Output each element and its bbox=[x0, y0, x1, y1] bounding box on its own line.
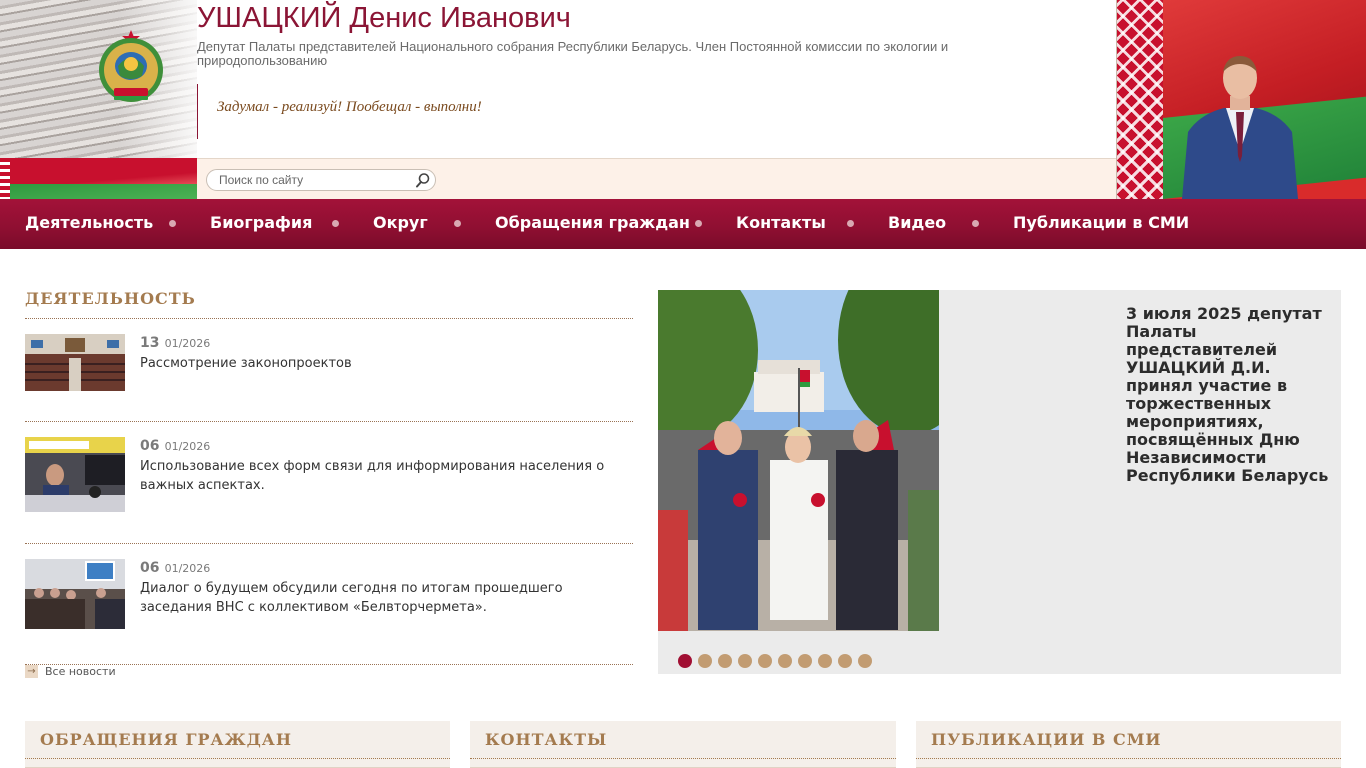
news-month: 01/2026 bbox=[164, 562, 211, 575]
slogan-divider bbox=[197, 84, 198, 139]
divider bbox=[25, 543, 633, 544]
news-link[interactable]: Диалог о будущем обсудили сегодня по ито… bbox=[140, 579, 632, 617]
divider bbox=[25, 664, 633, 665]
news-thumbnail[interactable] bbox=[25, 334, 125, 391]
nav-item-biography[interactable]: Биография bbox=[210, 213, 312, 232]
divider bbox=[25, 421, 633, 422]
publications-box: ПУБЛИКАЦИИ В СМИ bbox=[916, 721, 1341, 768]
main-nav: Деятельность Биография Округ Обращения г… bbox=[0, 199, 1366, 249]
news-date: 13 01/2026 bbox=[140, 332, 210, 351]
slide-photo[interactable] bbox=[658, 290, 939, 631]
news-month: 01/2026 bbox=[164, 337, 211, 350]
slogan: Задумал - реализуй! Пообещал - выполни! bbox=[217, 99, 482, 115]
state-emblem-icon[interactable] bbox=[96, 28, 166, 104]
nav-separator bbox=[454, 220, 461, 227]
news-thumbnail[interactable] bbox=[25, 437, 125, 512]
slide-caption[interactable]: 3 июля 2025 депутат Палаты представителе… bbox=[1126, 305, 1331, 485]
nav-separator bbox=[972, 220, 979, 227]
news-date: 06 01/2026 bbox=[140, 557, 210, 576]
search-icon[interactable] bbox=[415, 172, 431, 188]
slider-dot[interactable] bbox=[818, 654, 832, 668]
news-section-title[interactable]: ДЕЯТЕЛЬНОСТЬ bbox=[25, 289, 196, 308]
nav-item-district[interactable]: Округ bbox=[373, 213, 428, 232]
appeals-box: ОБРАЩЕНИЯ ГРАЖДАН bbox=[25, 721, 450, 768]
news-month: 01/2026 bbox=[164, 440, 211, 453]
publications-title[interactable]: ПУБЛИКАЦИИ В СМИ bbox=[931, 730, 1162, 749]
contacts-box: КОНТАКТЫ bbox=[470, 721, 896, 768]
nav-item-activity[interactable]: Деятельность bbox=[25, 213, 153, 232]
news-thumbnail[interactable] bbox=[25, 559, 125, 629]
appeals-title[interactable]: ОБРАЩЕНИЯ ГРАЖДАН bbox=[40, 730, 292, 749]
slider-dot[interactable] bbox=[798, 654, 812, 668]
news-day: 06 bbox=[140, 560, 160, 576]
slider-dot[interactable] bbox=[738, 654, 752, 668]
slider-dot[interactable] bbox=[698, 654, 712, 668]
nav-item-video[interactable]: Видео bbox=[888, 213, 946, 232]
search-bar bbox=[197, 158, 1116, 199]
slider-dot[interactable] bbox=[778, 654, 792, 668]
nav-item-publications[interactable]: Публикации в СМИ bbox=[1013, 213, 1189, 232]
site-header: УШАЦКИЙ Денис Иванович Депутат Палаты пр… bbox=[0, 0, 1366, 199]
nav-item-appeals[interactable]: Обращения граждан bbox=[495, 213, 690, 232]
divider bbox=[916, 758, 1341, 759]
news-slider: 3 июля 2025 депутат Палаты представителе… bbox=[658, 290, 1341, 674]
news-link[interactable]: Рассмотрение законопроектов bbox=[140, 354, 632, 373]
slider-dot[interactable] bbox=[838, 654, 852, 668]
deputy-portrait-figure bbox=[1182, 56, 1298, 199]
deputy-name[interactable]: УШАЦКИЙ Денис Иванович bbox=[197, 2, 571, 35]
nav-item-contacts[interactable]: Контакты bbox=[736, 213, 826, 232]
all-news-label[interactable]: Все новости bbox=[45, 665, 116, 678]
news-day: 06 bbox=[140, 438, 160, 454]
news-date: 06 01/2026 bbox=[140, 435, 210, 454]
slider-dot[interactable] bbox=[718, 654, 732, 668]
arrow-right-icon: → bbox=[25, 665, 38, 678]
nav-separator bbox=[695, 220, 702, 227]
divider bbox=[470, 758, 896, 759]
nav-separator bbox=[169, 220, 176, 227]
nav-separator bbox=[332, 220, 339, 227]
divider bbox=[25, 758, 450, 759]
search-box bbox=[206, 169, 436, 191]
deputy-subtitle: Депутат Палаты представителей Национальн… bbox=[197, 39, 949, 68]
search-input[interactable] bbox=[219, 172, 409, 188]
nav-separator bbox=[847, 220, 854, 227]
news-link[interactable]: Использование всех форм связи для информ… bbox=[140, 457, 632, 495]
slider-dot[interactable] bbox=[858, 654, 872, 668]
divider bbox=[25, 318, 633, 319]
news-day: 13 bbox=[140, 335, 160, 351]
slider-dot[interactable] bbox=[758, 654, 772, 668]
flag-strip bbox=[0, 158, 210, 199]
slider-dot[interactable] bbox=[678, 654, 692, 668]
contacts-title[interactable]: КОНТАКТЫ bbox=[485, 730, 607, 749]
